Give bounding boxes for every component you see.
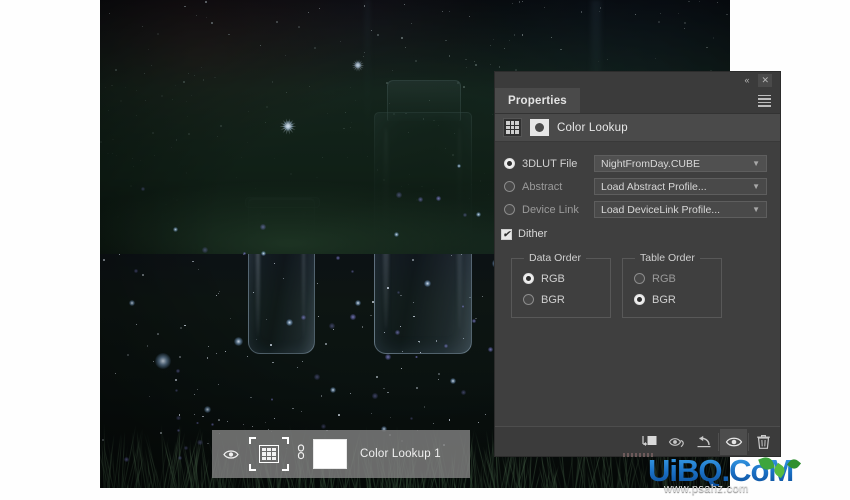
- layer-mask-icon: [530, 119, 549, 136]
- color-lookup-icon: [503, 118, 522, 137]
- check-icon: ✔: [502, 228, 511, 239]
- eye-icon[interactable]: [220, 449, 242, 460]
- panel-body: 3DLUT File NightFromDay.CUBE ▼ Abstract …: [495, 142, 780, 318]
- label-device-link: Device Link: [522, 203, 579, 216]
- dither-checkbox[interactable]: ✔: [501, 228, 512, 240]
- radio-table-order-bgr[interactable]: [634, 294, 645, 305]
- order-groups: Data Order RGB BGR Table Order RGB BGR: [495, 245, 780, 318]
- panel-window-controls: « ✕: [495, 72, 780, 88]
- properties-panel: « ✕ Properties Color Lookup 3DLUT File N…: [495, 72, 780, 457]
- dither-row[interactable]: ✔ Dither: [495, 223, 780, 245]
- toolbar-divider: [748, 432, 749, 451]
- color-lookup-grid-icon: [259, 445, 279, 463]
- radio-3dlut-file[interactable]: [504, 158, 515, 169]
- panel-bottom-toolbar: [495, 426, 780, 457]
- adjustment-header: Color Lookup: [495, 114, 780, 142]
- chevron-down-icon: ▼: [752, 159, 760, 168]
- tabstrip-filler: [579, 88, 749, 113]
- close-panel-button[interactable]: ✕: [758, 73, 772, 87]
- watermark: UiBQ.CoM www.psahz.com: [648, 455, 844, 497]
- data-order-group: Data Order RGB BGR: [511, 252, 611, 318]
- delete-layer-icon[interactable]: [750, 429, 777, 455]
- layer-thumbnail[interactable]: [249, 437, 289, 471]
- select-3dlut-value: NightFromDay.CUBE: [601, 157, 700, 170]
- toggle-visibility-icon[interactable]: [720, 428, 747, 455]
- watermark-brand: UiBQ.CoM: [648, 455, 844, 486]
- tab-properties[interactable]: Properties: [495, 88, 580, 113]
- select-devicelink-profile[interactable]: Load DeviceLink Profile... ▼: [594, 201, 767, 218]
- layer-row[interactable]: Color Lookup 1: [212, 430, 470, 478]
- dither-label: Dither: [518, 228, 548, 240]
- radio-device-link[interactable]: [504, 204, 515, 215]
- link-mask-icon[interactable]: [296, 443, 306, 465]
- label-table-order-bgr: BGR: [652, 293, 676, 306]
- collapse-panel-button[interactable]: «: [744, 75, 749, 85]
- layer-mask-thumbnail[interactable]: [313, 439, 347, 469]
- chevron-down-icon: ▼: [752, 182, 760, 191]
- clip-to-layer-icon[interactable]: [636, 429, 663, 455]
- adjustment-title: Color Lookup: [557, 121, 628, 134]
- watermark-url: www.psahz.com: [664, 483, 749, 495]
- label-3dlut-file: 3DLUT File: [522, 157, 578, 170]
- select-abstract-value: Load Abstract Profile...: [601, 180, 707, 193]
- table-order-rgb-row: RGB: [623, 268, 721, 289]
- select-3dlut-file[interactable]: NightFromDay.CUBE ▼: [594, 155, 767, 172]
- option-row-3dlut: 3DLUT File NightFromDay.CUBE ▼: [495, 152, 780, 175]
- view-previous-state-icon[interactable]: [663, 429, 690, 455]
- panel-menu-icon[interactable]: [749, 88, 780, 113]
- screenshot-root: Color Lookup 1 « ✕ Properties Color Look…: [0, 0, 850, 500]
- table-order-legend: Table Order: [640, 252, 695, 264]
- layer-name-label: Color Lookup 1: [360, 448, 441, 460]
- radio-data-order-bgr[interactable]: [523, 294, 534, 305]
- radio-data-order-rgb[interactable]: [523, 273, 534, 284]
- panel-tabstrip: Properties: [495, 88, 780, 114]
- table-order-group: Table Order RGB BGR: [622, 252, 722, 318]
- data-order-legend: Data Order: [529, 252, 581, 264]
- option-row-abstract: Abstract Load Abstract Profile... ▼: [495, 175, 780, 198]
- label-data-order-bgr: BGR: [541, 293, 565, 306]
- toolbar-divider: [718, 432, 719, 451]
- radio-table-order-rgb[interactable]: [634, 273, 645, 284]
- tab-properties-label: Properties: [508, 94, 567, 107]
- table-order-bgr-row: BGR: [623, 289, 721, 310]
- data-order-bgr-row: BGR: [512, 289, 610, 310]
- label-abstract: Abstract: [522, 180, 563, 193]
- label-data-order-rgb: RGB: [541, 272, 565, 285]
- select-abstract-profile[interactable]: Load Abstract Profile... ▼: [594, 178, 767, 195]
- radio-abstract[interactable]: [504, 181, 515, 192]
- select-devicelink-value: Load DeviceLink Profile...: [601, 203, 721, 216]
- label-table-order-rgb: RGB: [652, 272, 676, 285]
- reset-icon[interactable]: [690, 429, 717, 455]
- option-row-devicelink: Device Link Load DeviceLink Profile... ▼: [495, 198, 780, 221]
- data-order-rgb-row: RGB: [512, 268, 610, 289]
- chevron-down-icon: ▼: [752, 205, 760, 214]
